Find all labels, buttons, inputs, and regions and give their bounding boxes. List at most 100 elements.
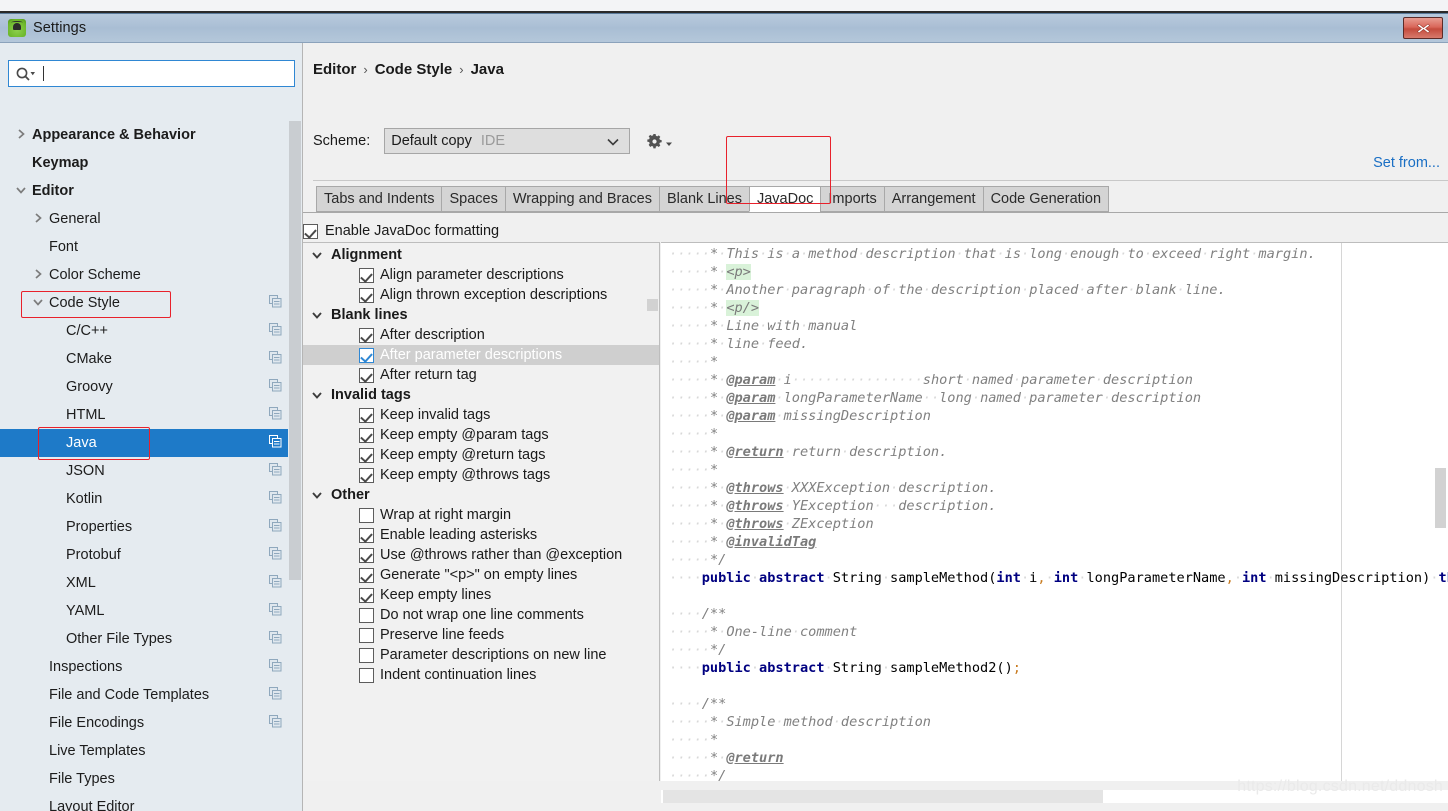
option-checkbox-wrap[interactable] (359, 627, 374, 643)
chevron-right-icon[interactable] (31, 268, 45, 283)
option-checkbox[interactable] (359, 667, 374, 683)
set-from-link[interactable]: Set from... (1373, 155, 1440, 171)
enable-javadoc-row[interactable]: Enable JavaDoc formatting (303, 219, 1448, 243)
scheme-settings-button[interactable] (646, 133, 673, 150)
option-row-invalid-tags[interactable]: Invalid tags (303, 385, 659, 405)
option-checkbox-wrap[interactable] (359, 427, 374, 443)
option-checkbox-wrap[interactable] (359, 607, 374, 623)
breadcrumb-java[interactable]: Java (471, 61, 504, 78)
option-checkbox-wrap[interactable] (359, 667, 374, 683)
option-row-preserve-line-feeds[interactable]: Preserve line feeds (303, 625, 659, 645)
chevron-down-icon[interactable] (309, 249, 325, 261)
chevron-down-icon[interactable] (309, 309, 325, 321)
chevron-down-icon[interactable] (309, 489, 325, 501)
option-checkbox[interactable] (359, 327, 374, 343)
option-checkbox-wrap[interactable] (359, 407, 374, 423)
chevron-right-icon[interactable] (31, 212, 45, 227)
option-checkbox[interactable] (359, 547, 374, 563)
option-checkbox-wrap[interactable] (359, 367, 374, 383)
option-row-after-parameter-descriptions[interactable]: After parameter descriptions (303, 345, 659, 365)
code-preview-panel[interactable]: ·····*·This·is·a·method·description·that… (661, 242, 1448, 781)
option-row-after-return-tag[interactable]: After return tag (303, 365, 659, 385)
copy-scheme-icon[interactable] (269, 323, 282, 340)
option-row-blank-lines[interactable]: Blank lines (303, 305, 659, 325)
sidebar-item-font[interactable]: Font (0, 233, 290, 261)
breadcrumb-code-style[interactable]: Code Style (375, 61, 453, 78)
option-row-after-description[interactable]: After description (303, 325, 659, 345)
copy-scheme-icon[interactable] (269, 379, 282, 396)
sidebar-item-keymap[interactable]: Keymap (0, 149, 290, 177)
option-checkbox[interactable] (359, 607, 374, 623)
option-row-keep-empty-param-tags[interactable]: Keep empty @param tags (303, 425, 659, 445)
option-row-use-throws-rather-than-exception[interactable]: Use @throws rather than @exception (303, 545, 659, 565)
option-checkbox-wrap[interactable] (359, 267, 374, 283)
option-checkbox[interactable] (359, 267, 374, 283)
option-row-keep-empty-return-tags[interactable]: Keep empty @return tags (303, 445, 659, 465)
sidebar-item-file-encodings[interactable]: File Encodings (0, 709, 290, 737)
sidebar-item-file-and-code-templates[interactable]: File and Code Templates (0, 681, 290, 709)
option-checkbox[interactable] (359, 367, 374, 383)
chevron-down-icon[interactable] (14, 184, 28, 199)
option-row-enable-leading-asterisks[interactable]: Enable leading asterisks (303, 525, 659, 545)
option-checkbox-wrap[interactable] (359, 327, 374, 343)
sidebar-item-html[interactable]: HTML (0, 401, 290, 429)
copy-scheme-icon[interactable] (269, 715, 282, 732)
chevron-right-icon[interactable] (14, 128, 28, 143)
tab-wrapping-and-braces[interactable]: Wrapping and Braces (504, 186, 660, 212)
option-checkbox[interactable] (359, 427, 374, 443)
option-row-parameter-descriptions-on-new-line[interactable]: Parameter descriptions on new line (303, 645, 659, 665)
option-checkbox[interactable] (359, 507, 374, 523)
tab-blank-lines[interactable]: Blank Lines (659, 186, 749, 212)
sidebar-item-code-style[interactable]: Code Style (0, 289, 290, 317)
tab-imports[interactable]: Imports (820, 186, 884, 212)
enable-javadoc-checkbox-wrap[interactable] (303, 223, 318, 239)
sidebar-item-groovy[interactable]: Groovy (0, 373, 290, 401)
sidebar-item-layout-editor[interactable]: Layout Editor (0, 793, 290, 811)
chevron-down-icon[interactable] (31, 296, 45, 311)
copy-scheme-icon[interactable] (269, 463, 282, 480)
sidebar-item-json[interactable]: JSON (0, 457, 290, 485)
sidebar-item-java[interactable]: Java (0, 429, 290, 457)
option-checkbox-wrap[interactable] (359, 567, 374, 583)
tab-code-generation[interactable]: Code Generation (982, 186, 1110, 212)
copy-scheme-icon[interactable] (269, 435, 282, 452)
sidebar-item-protobuf[interactable]: Protobuf (0, 541, 290, 569)
option-checkbox[interactable] (359, 467, 374, 483)
option-row-alignment[interactable]: Alignment (303, 245, 659, 265)
option-checkbox[interactable] (359, 407, 374, 423)
enable-javadoc-checkbox[interactable] (303, 223, 318, 239)
sidebar-item-properties[interactable]: Properties (0, 513, 290, 541)
sidebar-item-file-types[interactable]: File Types (0, 765, 290, 793)
copy-scheme-icon[interactable] (269, 687, 282, 704)
option-checkbox[interactable] (359, 587, 374, 603)
option-checkbox-wrap[interactable] (359, 587, 374, 603)
tab-tabs-and-indents[interactable]: Tabs and Indents (316, 186, 442, 212)
sidebar-item-inspections[interactable]: Inspections (0, 653, 290, 681)
copy-scheme-icon[interactable] (269, 519, 282, 536)
option-checkbox[interactable] (359, 647, 374, 663)
option-checkbox-wrap[interactable] (359, 527, 374, 543)
option-row-align-parameter-descriptions[interactable]: Align parameter descriptions (303, 265, 659, 285)
option-row-indent-continuation-lines[interactable]: Indent continuation lines (303, 665, 659, 685)
sidebar-item-yaml[interactable]: YAML (0, 597, 290, 625)
option-checkbox-wrap[interactable] (359, 507, 374, 523)
copy-scheme-icon[interactable] (269, 407, 282, 424)
search-input[interactable] (46, 66, 276, 81)
option-row-do-not-wrap-one-line-comments[interactable]: Do not wrap one line comments (303, 605, 659, 625)
option-checkbox-wrap[interactable] (359, 547, 374, 563)
breadcrumb-editor[interactable]: Editor (313, 61, 356, 78)
sidebar-item-c-c[interactable]: C/C++ (0, 317, 290, 345)
copy-scheme-icon[interactable] (269, 575, 282, 592)
sidebar-item-other-file-types[interactable]: Other File Types (0, 625, 290, 653)
option-row-keep-empty-lines[interactable]: Keep empty lines (303, 585, 659, 605)
close-button[interactable] (1403, 17, 1443, 39)
copy-scheme-icon[interactable] (269, 603, 282, 620)
option-row-align-thrown-exception-descriptions[interactable]: Align thrown exception descriptions (303, 285, 659, 305)
code-preview-hscrollbar-thumb[interactable] (663, 790, 1103, 803)
option-checkbox[interactable] (359, 347, 374, 363)
sidebar-scrollbar-thumb[interactable] (289, 121, 301, 580)
sidebar-item-xml[interactable]: XML (0, 569, 290, 597)
option-row-keep-empty-throws-tags[interactable]: Keep empty @throws tags (303, 465, 659, 485)
option-checkbox[interactable] (359, 527, 374, 543)
scheme-dropdown[interactable]: Default copy IDE (384, 128, 631, 154)
